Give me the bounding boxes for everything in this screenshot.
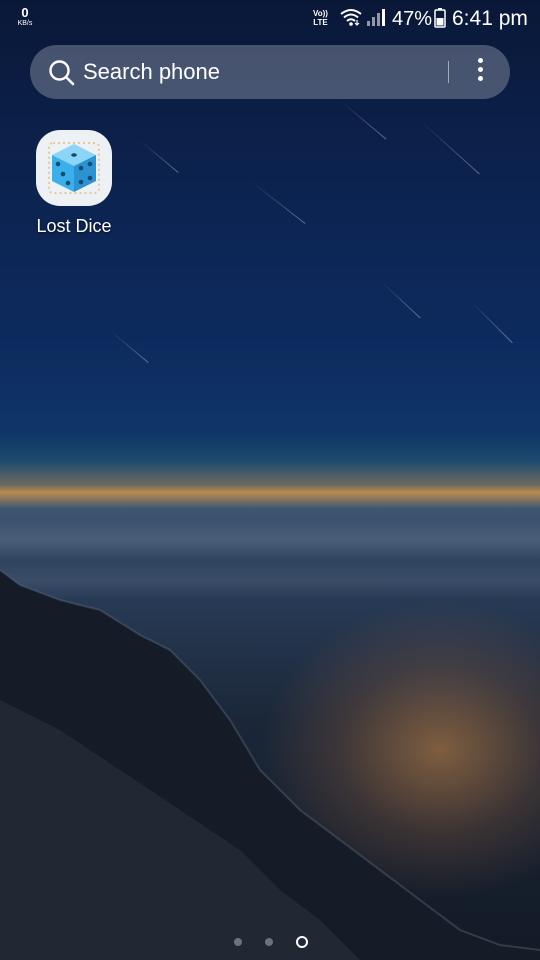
search-divider [448, 61, 449, 83]
volte-indicator: Vo)) LTE [313, 9, 328, 27]
wallpaper-star-trail [139, 140, 179, 174]
dice-icon [48, 142, 100, 194]
search-placeholder[interactable]: Search phone [83, 59, 220, 85]
wallpaper-star-trail [379, 280, 421, 319]
lte-label: LTE [313, 18, 328, 27]
network-speed-unit: KB/s [17, 20, 33, 27]
page-dot[interactable] [234, 938, 242, 946]
wifi-icon [340, 9, 362, 26]
wallpaper-star-trail [109, 330, 149, 364]
network-speed-value: 0 [21, 5, 29, 20]
wallpaper-star-trail [419, 120, 480, 175]
page-dot-current[interactable] [296, 936, 308, 948]
wallpaper-star-trail [249, 180, 306, 224]
more-options-icon[interactable] [470, 58, 490, 86]
page-indicator [229, 935, 319, 949]
app-label[interactable]: Lost Dice [28, 216, 120, 237]
wallpaper-mountain [0, 569, 540, 960]
app-icon-background[interactable] [36, 130, 112, 206]
app-lost-dice[interactable]: Lost Dice [28, 128, 120, 240]
network-speed: 0 KB/s [14, 6, 36, 27]
page-dot[interactable] [265, 938, 273, 946]
clock: 6:41 pm [452, 7, 528, 30]
battery-percentage: 47% [392, 8, 433, 30]
search-icon[interactable] [48, 59, 76, 87]
search-bar[interactable]: Search phone [30, 45, 510, 99]
cellular-signal-icon [367, 9, 385, 26]
status-bar: 0 KB/s Vo)) LTE 47% 6:41 pm [0, 0, 540, 36]
wallpaper-star-trail [469, 300, 513, 344]
wallpaper-star-trail [339, 100, 387, 140]
battery-icon [434, 8, 446, 28]
home-screen: 0 KB/s Vo)) LTE 47% 6:41 pm Search phone… [0, 0, 540, 960]
volte-label: Vo)) [313, 9, 328, 18]
